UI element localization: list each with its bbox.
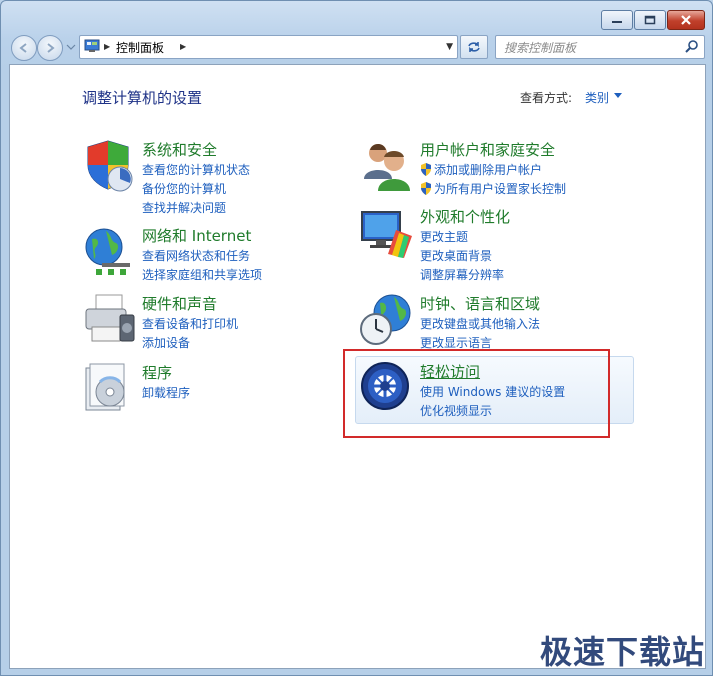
category-title[interactable]: 用户帐户和家庭安全: [420, 139, 555, 160]
link-keyboard-input[interactable]: 更改键盘或其他输入法: [420, 315, 540, 332]
refresh-icon: [468, 42, 480, 52]
link-add-device[interactable]: 添加设备: [142, 334, 190, 351]
category-title[interactable]: 程序: [142, 362, 172, 383]
search-box[interactable]: 搜索控制面板: [495, 35, 705, 59]
back-arrow-icon: [19, 43, 27, 53]
category-title[interactable]: 外观和个性化: [420, 206, 510, 227]
minimize-icon: [612, 21, 622, 23]
maximize-icon: [644, 15, 656, 25]
link-homegroup-sharing[interactable]: 选择家庭组和共享选项: [142, 266, 262, 283]
minimize-button[interactable]: [601, 10, 633, 30]
link-view-computer-status[interactable]: 查看您的计算机状态: [142, 161, 250, 178]
forward-arrow-icon: [47, 43, 55, 53]
caption-buttons: [601, 10, 705, 30]
main-content: 调整计算机的设置 查看方式: 类别 系统和安全 查看您的计算机状态 备份您的计算…: [9, 64, 706, 669]
search-icon[interactable]: [685, 39, 699, 53]
back-button[interactable]: [11, 35, 37, 61]
address-dropdown-icon[interactable]: ▼: [446, 42, 453, 52]
category-title[interactable]: 系统和安全: [142, 139, 217, 160]
clock-globe-icon: [360, 294, 411, 345]
link-label: 为所有用户设置家长控制: [434, 182, 567, 196]
highlight-annotation-box: [343, 349, 610, 438]
link-label: 添加或删除用户帐户: [434, 163, 543, 177]
maximize-button[interactable]: [634, 10, 666, 30]
category-title[interactable]: 网络和 Internet: [142, 225, 251, 246]
printer-icon: [85, 294, 135, 342]
programs-icon: [85, 363, 125, 411]
breadcrumb-control-panel[interactable]: 控制面板: [116, 39, 164, 56]
shield-icon: [87, 140, 133, 192]
breadcrumb-separator-icon[interactable]: ▶: [180, 42, 186, 51]
forward-button[interactable]: [37, 35, 63, 61]
network-icon: [85, 228, 130, 275]
control-panel-icon: [84, 39, 100, 52]
link-backup-computer[interactable]: 备份您的计算机: [142, 180, 226, 197]
category-title[interactable]: 硬件和声音: [142, 293, 217, 314]
recent-pages-dropdown-icon[interactable]: [66, 42, 76, 52]
page-title: 调整计算机的设置: [82, 89, 203, 107]
uac-shield-icon: [421, 182, 431, 195]
link-change-theme[interactable]: 更改主题: [420, 228, 468, 245]
address-bar[interactable]: ▶ 控制面板 ▶ ▼: [79, 35, 458, 59]
control-panel-window: ▶ 控制面板 ▶ ▼ 搜索控制面板 调整计算机的设置 查看方式: 类别 系统和安…: [0, 0, 713, 676]
view-by-label: 查看方式:: [520, 91, 573, 105]
refresh-button[interactable]: [460, 35, 488, 59]
category-title[interactable]: 时钟、语言和区域: [420, 293, 540, 314]
watermark-text: 极速下载站: [540, 633, 706, 671]
link-uninstall-program[interactable]: 卸载程序: [142, 384, 190, 401]
link-desktop-background[interactable]: 更改桌面背景: [420, 247, 492, 264]
users-icon: [364, 144, 410, 191]
link-find-fix-problems[interactable]: 查找并解决问题: [142, 199, 226, 216]
breadcrumb-separator-icon[interactable]: ▶: [104, 42, 110, 51]
link-add-remove-accounts[interactable]: 添加或删除用户帐户: [420, 161, 542, 178]
link-devices-printers[interactable]: 查看设备和打印机: [142, 315, 238, 332]
view-by-dropdown[interactable]: 类别: [585, 89, 609, 106]
uac-shield-icon: [421, 163, 431, 176]
appearance-icon: [361, 211, 412, 258]
link-parental-controls[interactable]: 为所有用户设置家长控制: [420, 180, 566, 197]
search-input[interactable]: 搜索控制面板: [504, 39, 576, 56]
link-screen-resolution[interactable]: 调整屏幕分辨率: [420, 266, 504, 283]
close-button[interactable]: [667, 10, 705, 30]
link-network-status[interactable]: 查看网络状态和任务: [142, 247, 250, 264]
navigation-bar: ▶ 控制面板 ▶ ▼ 搜索控制面板: [9, 34, 705, 61]
chevron-down-icon[interactable]: [614, 93, 622, 98]
close-icon: [681, 15, 691, 25]
